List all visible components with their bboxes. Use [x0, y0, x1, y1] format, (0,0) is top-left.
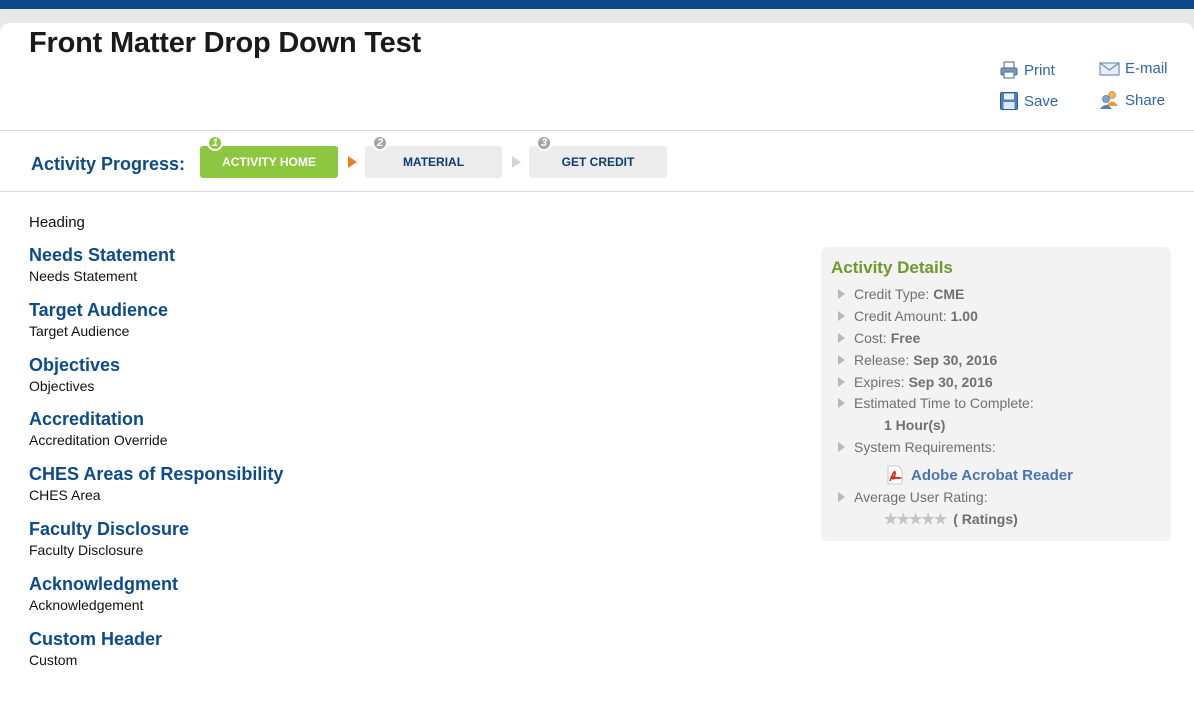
- credit-type-value: CME: [933, 286, 965, 302]
- bullet-triangle-icon: [838, 311, 845, 321]
- section-body: Objectives: [29, 378, 95, 394]
- section-title[interactable]: Acknowledgment: [29, 574, 178, 595]
- share-button[interactable]: Share: [1099, 90, 1165, 110]
- adobe-acrobat-link-label: Adobe Acrobat Reader: [911, 466, 1073, 484]
- average-rating-label: Average User Rating:: [854, 489, 988, 505]
- content-heading: Heading: [29, 214, 85, 231]
- section-body: Needs Statement: [29, 268, 138, 284]
- pdf-icon: [887, 465, 903, 485]
- share-label: Share: [1125, 91, 1166, 109]
- credit-amount-label: Credit Amount:: [854, 308, 947, 324]
- section-objectives: Objectives Objectives: [29, 355, 120, 394]
- section-title[interactable]: CHES Areas of Responsibility: [29, 464, 283, 485]
- step-arrow-icon: [348, 156, 357, 168]
- cost-label: Cost:: [854, 330, 887, 346]
- section-title[interactable]: Target Audience: [29, 300, 168, 321]
- release-label: Release:: [854, 352, 910, 368]
- top-brand-bar: [0, 0, 1194, 9]
- step-number: 3: [536, 135, 552, 151]
- average-rating-row: Average User Rating:: [838, 489, 988, 505]
- section-title[interactable]: Accreditation: [29, 409, 168, 430]
- page-title: Front Matter Drop Down Test: [29, 27, 421, 59]
- credit-type-row: Credit Type: CME: [838, 286, 964, 302]
- cost-row: Cost: Free: [838, 330, 920, 346]
- bullet-triangle-icon: [838, 398, 845, 408]
- cost-value: Free: [890, 330, 921, 346]
- progress-divider: [0, 191, 1194, 192]
- activity-details-panel: Activity Details Credit Type: CME Credit…: [821, 247, 1171, 541]
- bullet-triangle-icon: [838, 289, 845, 299]
- section-faculty-disclosure: Faculty Disclosure Faculty Disclosure: [29, 519, 189, 558]
- step-label: ACTIVITY HOME: [222, 155, 316, 169]
- header-divider: [0, 130, 1194, 131]
- save-button[interactable]: Save: [999, 91, 1058, 111]
- adobe-acrobat-link[interactable]: Adobe Acrobat Reader: [885, 465, 1073, 485]
- section-title[interactable]: Needs Statement: [29, 245, 175, 266]
- section-body: Accreditation Override: [29, 432, 168, 448]
- bullet-triangle-icon: [838, 492, 845, 502]
- email-label: E-mail: [1125, 60, 1168, 77]
- save-icon: [1000, 92, 1018, 110]
- section-needs-statement: Needs Statement Needs Statement: [29, 245, 175, 284]
- step-number: 1: [207, 135, 223, 151]
- section-body: Custom: [29, 652, 78, 668]
- expires-value: Sep 30, 2016: [908, 374, 993, 390]
- section-title[interactable]: Custom Header: [29, 629, 162, 650]
- section-title[interactable]: Faculty Disclosure: [29, 519, 189, 540]
- estimated-time-row: Estimated Time to Complete:: [838, 395, 1034, 411]
- rating-display: ★★★★★ ( Ratings): [884, 510, 1018, 528]
- bullet-triangle-icon: [838, 355, 845, 365]
- section-acknowledgment: Acknowledgment Acknowledgement: [29, 574, 178, 613]
- section-title[interactable]: Objectives: [29, 355, 120, 376]
- step-label: GET CREDIT: [561, 155, 635, 169]
- section-body: CHES Area: [29, 487, 101, 503]
- save-label: Save: [1024, 92, 1059, 110]
- expires-row: Expires: Sep 30, 2016: [838, 374, 993, 390]
- step-label: MATERIAL: [402, 155, 465, 169]
- release-value: Sep 30, 2016: [913, 352, 998, 368]
- section-target-audience: Target Audience Target Audience: [29, 300, 168, 339]
- rating-count: ( Ratings): [953, 511, 1018, 527]
- estimated-time-value: 1 Hour(s): [884, 417, 946, 433]
- email-icon: [1099, 61, 1120, 76]
- print-button[interactable]: Print: [999, 60, 1055, 80]
- activity-progress-label: Activity Progress:: [31, 154, 186, 174]
- credit-amount-row: Credit Amount: 1.00: [838, 308, 978, 324]
- share-icon: [1100, 91, 1118, 109]
- star-rating-icon[interactable]: ★★★★★: [884, 510, 947, 528]
- step-number: 2: [372, 135, 388, 151]
- system-requirements-label: System Requirements:: [854, 439, 996, 455]
- bullet-triangle-icon: [838, 377, 845, 387]
- section-custom-header: Custom Header Custom: [29, 629, 162, 668]
- step-get-credit[interactable]: 3 GET CREDIT: [529, 135, 667, 178]
- expires-label: Expires:: [854, 374, 905, 390]
- email-button[interactable]: E-mail: [1099, 60, 1168, 77]
- system-requirements-row: System Requirements:: [838, 439, 996, 455]
- section-body: Faculty Disclosure: [29, 542, 144, 558]
- print-label: Print: [1024, 61, 1055, 79]
- section-accreditation: Accreditation Accreditation Override: [29, 409, 168, 448]
- credit-type-label: Credit Type:: [854, 286, 930, 302]
- step-activity-home[interactable]: 1 ACTIVITY HOME: [200, 135, 338, 178]
- credit-amount-value: 1.00: [950, 308, 978, 324]
- section-body: Acknowledgement: [29, 597, 144, 613]
- step-arrow-icon: [512, 156, 521, 168]
- estimated-time-label: Estimated Time to Complete:: [854, 395, 1034, 411]
- section-ches-areas: CHES Areas of Responsibility CHES Area: [29, 464, 283, 503]
- step-material[interactable]: 2 MATERIAL: [365, 135, 502, 178]
- printer-icon: [1000, 61, 1018, 79]
- activity-details-title: Activity Details: [831, 258, 953, 277]
- section-body: Target Audience: [29, 323, 130, 339]
- bullet-triangle-icon: [838, 333, 845, 343]
- release-row: Release: Sep 30, 2016: [838, 352, 997, 368]
- bullet-triangle-icon: [838, 442, 845, 452]
